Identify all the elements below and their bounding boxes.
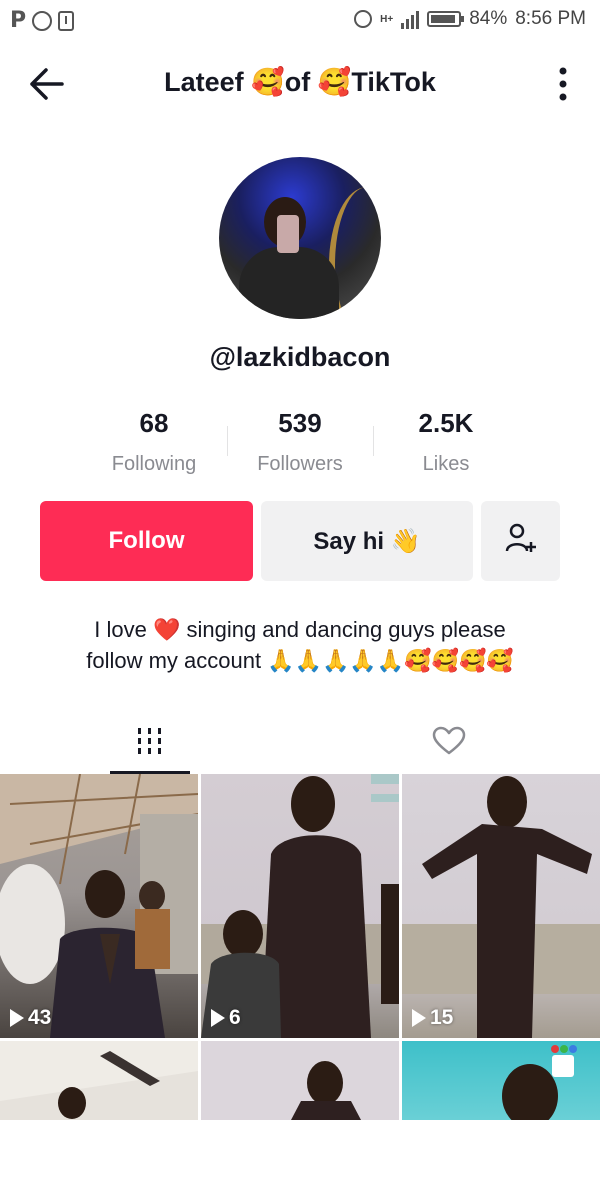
status-left: P [10, 8, 75, 33]
content-tabs [0, 718, 600, 774]
thumbnail-image [402, 776, 600, 1038]
likes-stat[interactable]: 2.5K Likes [371, 408, 521, 476]
avatar-body [239, 247, 339, 319]
battery-icon [427, 11, 465, 27]
bottom-area [0, 1120, 600, 1200]
thumbnail-image [0, 774, 198, 1038]
followers-count: 539 [278, 408, 322, 438]
view-count-text: 43 [28, 1006, 52, 1029]
thumbnail-image [502, 1045, 577, 1120]
username: @lazkidbacon [209, 342, 391, 372]
sync-icon [354, 10, 373, 28]
tab-videos[interactable] [110, 718, 190, 774]
back-arrow-icon[interactable] [26, 66, 66, 102]
avatar-phone [277, 215, 299, 253]
view-count: 6 [211, 1006, 241, 1030]
following-label: Following [111, 453, 197, 475]
thumbnail-image [0, 1041, 198, 1119]
signal-icon [401, 9, 420, 29]
view-count: 15 [412, 1006, 453, 1030]
whatsapp-icon [32, 10, 53, 31]
follow-button[interactable]: Follow [40, 501, 253, 581]
video-thumbnail[interactable] [0, 1041, 198, 1120]
play-icon [211, 1009, 225, 1027]
clock: 8:56 PM [515, 8, 586, 29]
network-type: H+ [380, 13, 394, 25]
video-thumbnail[interactable]: 43 [0, 774, 198, 1038]
video-thumbnail[interactable]: 15 [402, 774, 600, 1038]
followers-label: Followers [257, 453, 343, 475]
view-count-text: 6 [229, 1006, 241, 1029]
view-count-text: 15 [430, 1006, 454, 1029]
add-user-icon [504, 521, 538, 562]
thumbnail-image [201, 774, 399, 1038]
following-count: 68 [139, 408, 169, 438]
status-bar: P H+ 84% 8:56 PM [0, 0, 600, 40]
say-hi-button[interactable]: Say hi 👋 [261, 501, 473, 581]
grid-icon [136, 726, 164, 761]
download-icon [58, 10, 75, 31]
followers-stat[interactable]: 539 Followers [225, 408, 375, 476]
action-buttons: Follow Say hi 👋 [40, 501, 560, 581]
play-icon [412, 1009, 426, 1027]
following-stat[interactable]: 68 Following [79, 408, 229, 476]
likes-count: 2.5K [418, 408, 474, 438]
avatar[interactable] [219, 157, 381, 319]
bio: I love ❤️ singing and dancing guys pleas… [30, 614, 570, 676]
more-vertical-icon[interactable] [556, 66, 570, 102]
bio-line: follow my account 🙏🙏🙏🙏🙏🥰🥰🥰🥰 [86, 648, 514, 673]
page-title: Lateef 🥰of 🥰TikTok [164, 67, 436, 97]
likes-label: Likes [422, 453, 470, 475]
video-thumbnail[interactable] [201, 1041, 399, 1120]
play-icon [10, 1009, 24, 1027]
video-grid: 43 6 15 [0, 774, 600, 1120]
thumbnail-image [291, 1061, 361, 1120]
video-thumbnail[interactable]: 6 [201, 774, 399, 1038]
top-bar: Lateef 🥰of 🥰TikTok [0, 50, 600, 116]
tab-liked[interactable] [430, 718, 470, 774]
heart-icon [432, 726, 466, 761]
p-icon: P [10, 8, 27, 33]
view-count: 43 [10, 1006, 51, 1030]
status-right: H+ 84% 8:56 PM [354, 8, 586, 30]
bio-line: I love ❤️ singing and dancing guys pleas… [94, 617, 506, 642]
add-friend-button[interactable] [481, 501, 560, 581]
battery-percent: 84% [469, 8, 508, 29]
video-thumbnail[interactable] [402, 1041, 600, 1120]
